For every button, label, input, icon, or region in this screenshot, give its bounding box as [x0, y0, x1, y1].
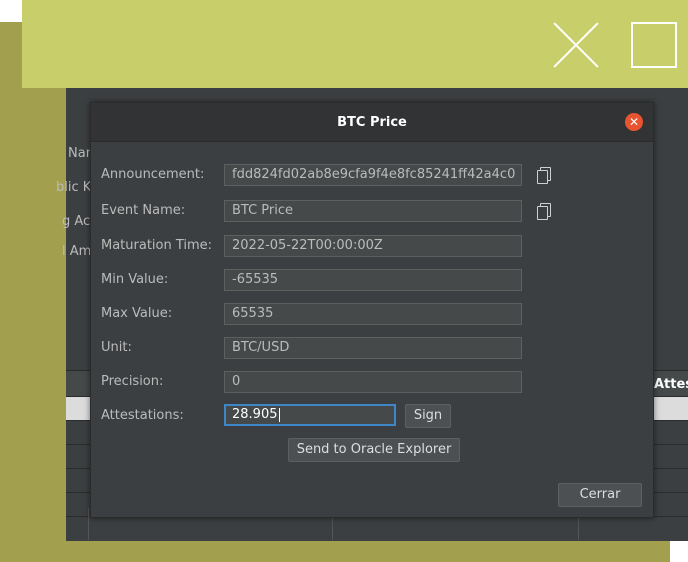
copy-announcement-icon[interactable]: [532, 164, 554, 186]
text-caret: [278, 407, 280, 422]
close-icon[interactable]: ✕: [625, 113, 643, 131]
behind-label-address: g Ac: [62, 214, 91, 229]
event-name-label: Event Name:: [101, 203, 186, 218]
wm-maximize-icon[interactable]: [631, 22, 677, 68]
dialog-titlebar[interactable]: BTC Price ✕: [91, 103, 653, 142]
precision-label: Precision:: [101, 374, 164, 389]
behind-column-attestations: Attes: [654, 377, 688, 392]
announcement-label: Announcement:: [101, 167, 205, 182]
send-to-oracle-explorer-button[interactable]: Send to Oracle Explorer: [288, 438, 460, 462]
close-button[interactable]: Cerrar: [558, 483, 642, 507]
btc-price-dialog: BTC Price ✕ Announcement: fdd824fd02ab8e…: [90, 102, 654, 518]
precision-field[interactable]: 0: [224, 371, 522, 393]
table-row[interactable]: [66, 516, 688, 541]
column-divider: [88, 508, 89, 540]
max-value-label: Max Value:: [101, 306, 173, 321]
maturation-time-label: Maturation Time:: [101, 238, 213, 253]
announcement-field[interactable]: fdd824fd02ab8e9cfa9f4e8fc85241ff42a4c0: [224, 164, 522, 186]
unit-label: Unit:: [101, 340, 132, 355]
unit-field[interactable]: BTC/USD: [224, 337, 522, 359]
min-value-label: Min Value:: [101, 272, 169, 287]
max-value-field[interactable]: 65535: [224, 303, 522, 325]
event-name-field[interactable]: BTC Price: [224, 200, 522, 222]
attestations-label: Attestations:: [101, 408, 184, 423]
behind-label-amount: l Am: [62, 244, 92, 259]
dialog-title: BTC Price: [337, 115, 407, 130]
min-value-field[interactable]: -65535: [224, 269, 522, 291]
attestations-value: 28.905: [232, 407, 278, 422]
sign-button[interactable]: Sign: [405, 404, 451, 428]
maturation-time-field[interactable]: 2022-05-22T00:00:00Z: [224, 235, 522, 257]
wm-close-icon[interactable]: [553, 22, 599, 68]
window-manager-bar: [22, 0, 688, 88]
copy-event-name-icon[interactable]: [532, 200, 554, 222]
attestations-input[interactable]: 28.905: [224, 404, 396, 426]
behind-label-public-key: blic K: [56, 180, 92, 195]
